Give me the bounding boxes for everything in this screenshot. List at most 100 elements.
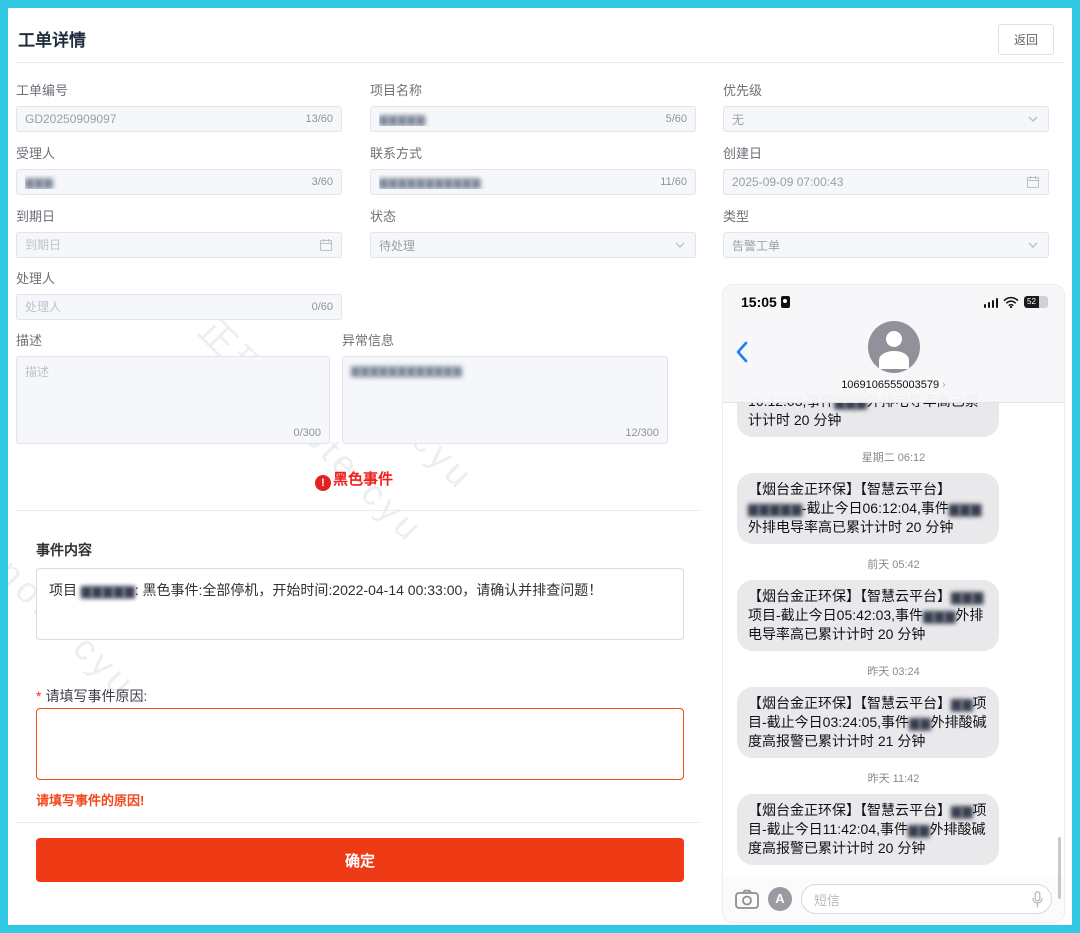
sms-text: 【烟台金正环保】【智慧云平台】 — [748, 588, 951, 604]
sms-message-bubble: 【烟台金正环保】【智慧云平台】▆▆▆项目-截止今日05:42:03,事件▆▆▆外… — [737, 580, 999, 651]
section-divider — [16, 510, 700, 511]
work-order-detail-page: 工单详情 返回 一正环保note-cyu cyu note-cyu 工单编号 1… — [8, 8, 1072, 925]
due-date-input[interactable] — [25, 238, 319, 252]
phone-status-bar: 15:05 52 — [723, 285, 1064, 310]
chevron-down-icon — [1026, 238, 1040, 252]
priority-select[interactable]: 无 — [723, 106, 1049, 132]
processor-field[interactable]: 0/60 — [16, 294, 342, 320]
sms-text: 项目-截止今日05:42:03,事件 — [748, 607, 923, 623]
sms-input: 短信 — [801, 884, 1052, 914]
phone-header: 15:05 52 1069106555003579 › — [723, 285, 1064, 403]
field-label: 项目名称 — [370, 80, 696, 99]
field-status: 状态 待处理 — [370, 206, 696, 258]
field-label: 工单编号 — [16, 80, 342, 99]
status-select[interactable]: 待处理 — [370, 232, 696, 258]
header-divider — [16, 62, 1064, 63]
back-button[interactable]: 返回 — [998, 24, 1054, 55]
field-label: 创建日 — [723, 143, 1049, 162]
due-date-field[interactable] — [16, 232, 342, 258]
status-time: 15:05 — [741, 294, 790, 310]
char-counter: 0/60 — [312, 301, 333, 313]
chevron-down-icon — [673, 238, 687, 252]
type-value: 告警工单 — [732, 237, 1026, 254]
sms-date-divider: 星期二 06:12 — [733, 449, 1054, 465]
sms-text: 外排电导率高已累计计时 20 分钟 — [748, 519, 953, 535]
field-label: 优先级 — [723, 80, 1049, 99]
field-label: 类型 — [723, 206, 1049, 225]
field-exception-info: 异常信息 ▆▆▆▆▆▆▆▆▆▆▆▆ 12/300 — [342, 330, 668, 444]
event-content-masked: ▆▆▆▆▆ — [81, 582, 135, 598]
status-icons: 52 — [984, 296, 1049, 308]
sms-message-bubble: 【烟台金正环保】【智慧云平台】▆▆项目-截止今日11:42:04,事件▆▆外排酸… — [737, 794, 999, 865]
exception-info-textarea[interactable]: ▆▆▆▆▆▆▆▆▆▆▆▆ — [343, 357, 667, 443]
field-label: 状态 — [370, 206, 696, 225]
sms-masked-text: ▆▆ — [909, 714, 931, 730]
field-description: 描述 0/300 — [16, 330, 330, 444]
contact-field[interactable]: 11/60 — [370, 169, 696, 195]
field-due-date: 到期日 — [16, 206, 342, 258]
validation-error: 请填写事件的原因! — [36, 790, 144, 809]
description-textarea[interactable] — [17, 357, 329, 443]
handler-input[interactable] — [25, 175, 306, 189]
status-indicator-icon — [781, 296, 790, 308]
description-field[interactable]: 0/300 — [16, 356, 330, 444]
field-created-date: 创建日 — [723, 143, 1049, 195]
sms-masked-text: ▆▆ — [908, 821, 930, 837]
field-processor: 处理人 0/60 — [16, 268, 342, 320]
screenshot-frame: 工单详情 返回 一正环保note-cyu cyu note-cyu 工单编号 1… — [0, 0, 1080, 933]
sms-masked-text: ▆▆▆ — [923, 607, 955, 623]
field-handler: 受理人 3/60 — [16, 143, 342, 195]
sms-masked-text: ▆▆ — [951, 802, 973, 818]
char-counter: 13/60 — [305, 113, 333, 125]
exception-info-field[interactable]: ▆▆▆▆▆▆▆▆▆▆▆▆ 12/300 — [342, 356, 668, 444]
field-label: 异常信息 — [342, 330, 668, 349]
order-no-field[interactable]: 13/60 — [16, 106, 342, 132]
type-select[interactable]: 告警工单 — [723, 232, 1049, 258]
field-label: 描述 — [16, 330, 330, 349]
handler-field[interactable]: 3/60 — [16, 169, 342, 195]
reason-textarea[interactable] — [36, 708, 684, 780]
sms-masked-text: ▆▆▆ — [949, 500, 981, 516]
project-name-field[interactable]: 5/60 — [370, 106, 696, 132]
field-type: 类型 告警工单 — [723, 206, 1049, 258]
phone-scrollbar — [1058, 837, 1061, 899]
apps-icon: A — [768, 887, 792, 911]
event-content-box: 项目 ▆▆▆▆▆: 黑色事件:全部停机，开始时间:2022-04-14 00:3… — [36, 568, 684, 640]
avatar — [868, 321, 920, 373]
back-chevron-icon — [735, 341, 748, 363]
sms-text: 【烟台金正环保】【智慧云平台】 — [748, 802, 951, 818]
event-content-label: 事件内容 — [36, 540, 92, 560]
status-value: 待处理 — [379, 237, 673, 254]
signal-icon — [984, 298, 999, 308]
sms-message-bubble: 【烟台金正环保】【智慧云平台】▆▆▆▆▆-截止今日06:12:04,事件▆▆▆外… — [737, 473, 999, 544]
sms-text: 【烟台金正环保】【智慧云平台】 — [748, 695, 951, 711]
field-priority: 优先级 无 — [723, 80, 1049, 132]
confirm-button[interactable]: 确定 — [36, 838, 684, 882]
priority-value: 无 — [732, 111, 1026, 128]
required-asterisk: * — [36, 688, 41, 704]
field-label: 联系方式 — [370, 143, 696, 162]
section-divider — [16, 822, 700, 823]
char-counter: 0/300 — [293, 427, 321, 439]
contact-input[interactable] — [379, 175, 654, 189]
sms-masked-text: ▆▆▆ — [951, 588, 983, 604]
sms-date-divider: 昨天 11:42 — [733, 770, 1054, 786]
order-no-input[interactable] — [25, 112, 299, 126]
chevron-down-icon — [1026, 112, 1040, 126]
sms-masked-text: ▆▆▆▆▆ — [748, 500, 802, 516]
reason-label: *请填写事件原因: — [36, 686, 147, 706]
char-counter: 5/60 — [666, 113, 687, 125]
field-project-name: 项目名称 5/60 — [370, 80, 696, 132]
calendar-icon — [319, 238, 333, 252]
created-date-input[interactable] — [732, 175, 1026, 189]
processor-input[interactable] — [25, 300, 306, 314]
project-name-input[interactable] — [379, 112, 660, 126]
black-event-heading: !黑色事件 — [8, 468, 700, 491]
char-counter: 12/300 — [625, 427, 659, 439]
phone-screenshot[interactable]: 16:12:03,事件▆▆▆外排电导率高已累计计时 20 分钟 星期二 06:1… — [723, 285, 1064, 922]
camera-icon — [735, 889, 759, 909]
wifi-icon — [1003, 296, 1019, 308]
page-title: 工单详情 — [18, 26, 86, 51]
created-date-field[interactable] — [723, 169, 1049, 195]
field-label: 处理人 — [16, 268, 342, 287]
